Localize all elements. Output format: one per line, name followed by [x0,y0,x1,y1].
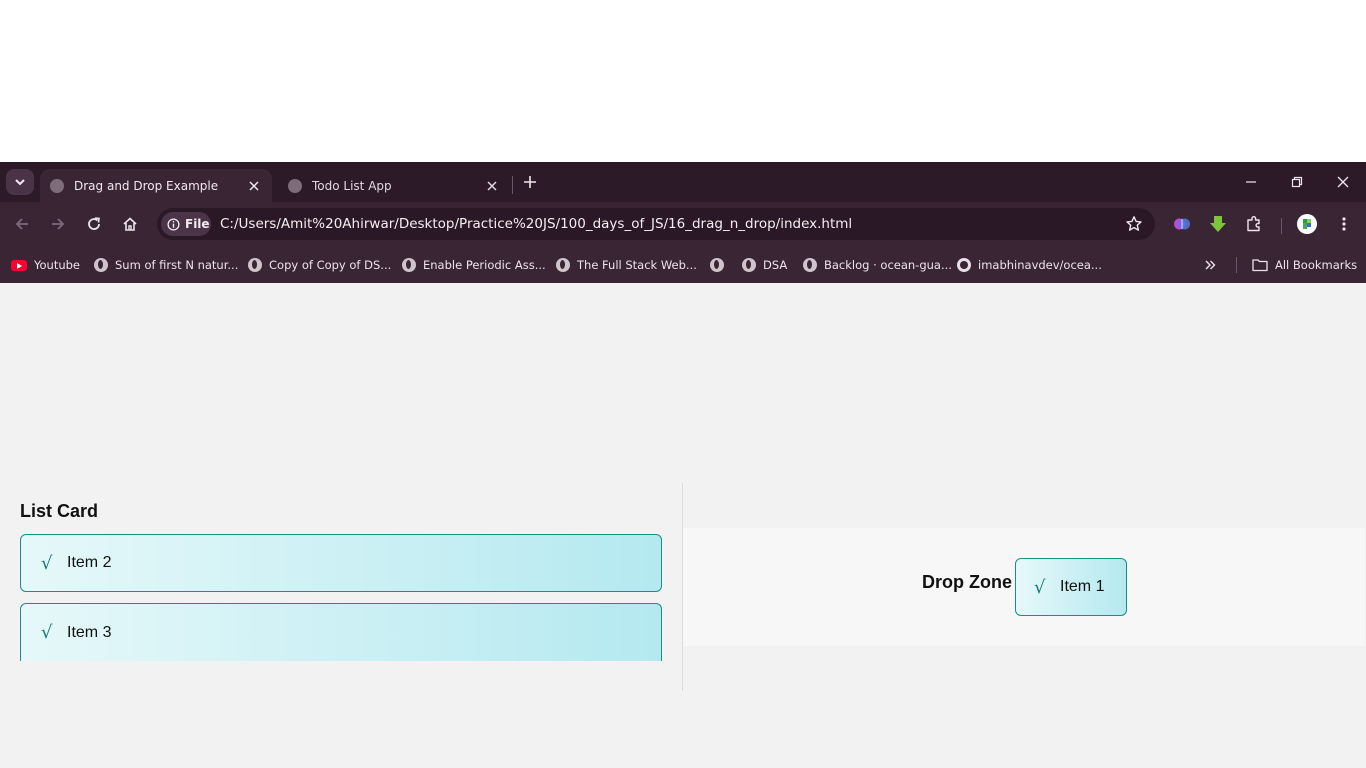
globe-icon [288,178,302,193]
bookmark-label: Enable Periodic Ass... [423,258,546,272]
folder-icon [1252,259,1268,272]
reload-button[interactable] [83,213,105,235]
tab-title: Drag and Drop Example [74,178,219,193]
bookmark-sum-first-n[interactable]: Sum of first N natur... [94,256,238,274]
double-chevron-right-icon [1205,260,1216,270]
new-tab-button[interactable] [520,172,540,192]
arrow-right-icon [52,218,65,230]
list-item-card[interactable]: √ Item 3 [20,603,662,661]
github-icon [957,258,971,272]
bookmark-copy-of-copy[interactable]: Copy of Copy of DS... [248,256,391,274]
home-icon [123,217,137,231]
reload-icon [88,217,100,230]
page-content: List Card √ Item 2 √ Item 3 Drop Zone √ … [0,283,1366,768]
drop-zone-item-label: Item 1 [1060,578,1105,595]
bookmark-label: Sum of first N natur... [115,258,239,272]
checkmark-icon: √ [1034,576,1046,598]
bookmark-label: The Full Stack Web... [577,258,697,272]
forward-button[interactable] [47,213,69,235]
site-chip-label: File [185,217,210,231]
extension-download-button[interactable] [1208,214,1228,234]
profile-avatar[interactable] [1297,214,1317,234]
plus-icon [524,176,536,188]
extension-brain-button[interactable] [1172,214,1192,234]
list-item-label: Item 3 [67,623,112,641]
bookmark-dsa[interactable]: DSA [742,256,787,274]
bookmark-unnamed[interactable] [710,256,731,274]
bookmarks-separator [1236,257,1237,273]
browser-toolbar: File C:/Users/Amit%20Ahirwar/Desktop/Pra… [0,202,1366,246]
menu-button[interactable] [1334,214,1354,234]
site-info-chip[interactable]: File [161,212,211,236]
puzzle-icon [1247,216,1260,232]
arrow-left-icon [15,218,28,230]
bookmark-label: Youtube [34,258,80,272]
bookmarks-bar: Youtube Sum of first N natur... Copy of … [0,246,1366,283]
tab-title: Todo List App [312,178,392,193]
bookmark-label: imabhinavdev/ocea... [978,258,1102,272]
bookmark-label: Backlog · ocean-gua... [824,258,952,272]
address-bar[interactable]: File C:/Users/Amit%20Ahirwar/Desktop/Pra… [157,208,1155,240]
bookmarks-overflow-button[interactable] [1203,256,1217,274]
extensions-button[interactable] [1244,214,1264,234]
checkmark-icon: √ [41,552,53,574]
globe-icon [94,258,108,272]
tab-strip: Drag and Drop Example Todo List App [0,162,1366,202]
url-text[interactable]: C:/Users/Amit%20Ahirwar/Desktop/Practice… [220,216,852,232]
close-icon[interactable] [246,178,262,194]
close-icon [1337,176,1349,188]
restore-button[interactable] [1274,162,1320,202]
all-bookmarks-label: All Bookmarks [1275,258,1358,272]
list-item-card[interactable]: √ Item 2 [20,534,662,592]
toolbar-separator [1281,218,1282,234]
close-icon[interactable] [484,178,500,194]
minimize-button[interactable] [1228,162,1274,202]
restore-icon [1291,176,1303,188]
bookmark-label: Copy of Copy of DS... [269,258,392,272]
more-vertical-icon [1342,217,1346,231]
browser-window: Drag and Drop Example Todo List App File… [0,162,1366,283]
globe-icon [402,258,416,272]
bookmark-star-button[interactable] [1125,215,1143,238]
tab-todo-list[interactable]: Todo List App [278,169,510,202]
close-window-button[interactable] [1320,162,1366,202]
bookmark-enable-periodic[interactable]: Enable Periodic Ass... [402,256,546,274]
drop-zone-title: Drop Zone [922,572,1012,592]
bookmark-youtube[interactable]: Youtube [11,256,80,274]
list-item-label: Item 2 [67,554,112,571]
list-card-title: List Card [20,501,99,521]
globe-icon [50,178,64,193]
bookmark-backlog[interactable]: Backlog · ocean-gua... [803,256,952,274]
chevron-down-icon [15,179,25,186]
globe-icon [803,258,817,272]
tab-separator [512,176,513,194]
minimize-icon [1246,181,1256,183]
info-icon [167,217,180,231]
brain-icon [1174,218,1190,230]
globe-icon [248,258,262,272]
globe-icon [742,258,756,272]
checkmark-icon: √ [41,622,53,643]
drop-zone[interactable]: Drop Zone √ Item 1 [683,528,1365,646]
star-icon [1126,216,1142,231]
avatar-icon [1297,214,1317,234]
tab-search-button[interactable] [6,169,34,195]
back-button[interactable] [11,213,33,235]
globe-icon [710,258,724,272]
bookmark-github[interactable]: imabhinavdev/ocea... [957,256,1102,274]
all-bookmarks-button[interactable]: All Bookmarks [1252,256,1357,274]
home-button[interactable] [119,213,141,235]
bookmark-full-stack-web[interactable]: The Full Stack Web... [556,256,697,274]
tab-drag-and-drop[interactable]: Drag and Drop Example [40,169,272,202]
bookmark-label: DSA [763,258,788,272]
drop-zone-item-card[interactable]: √ Item 1 [1015,558,1127,616]
youtube-icon [11,259,27,271]
download-icon [1210,216,1226,232]
globe-icon [556,258,570,272]
